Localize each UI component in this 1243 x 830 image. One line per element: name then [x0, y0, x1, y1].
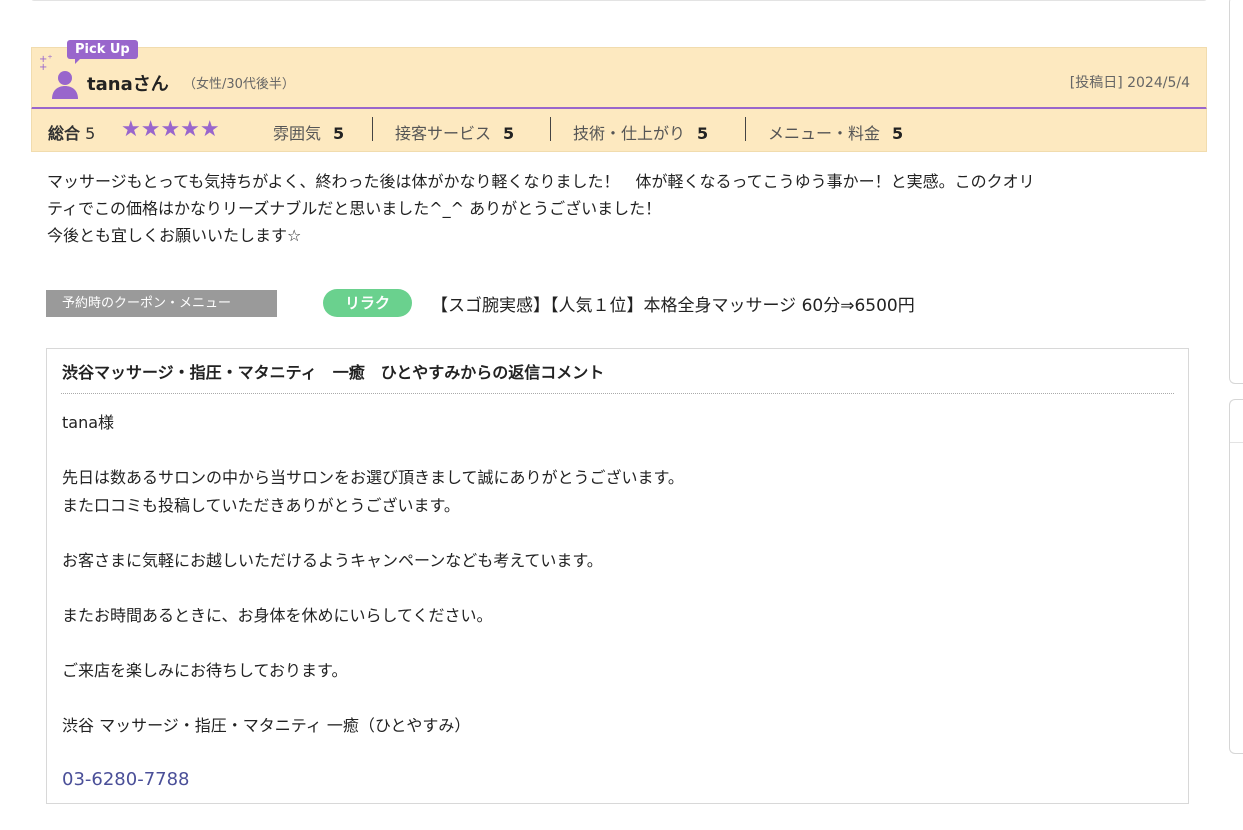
review-header: Pick Up +⁺ + tanaさん （女性/30代後半） [投稿日] 2024… — [31, 40, 1207, 110]
relax-category-badge: リラク — [323, 289, 412, 317]
rating-bar: 総合 5 ★★★★★ 雰囲気 5 接客サービス 5 技術・仕上がり 5 メニュー・料金… — [31, 109, 1207, 152]
salon-reply-box: 渋谷マッサージ・指圧・マタニティ 一癒 ひとやすみからの返信コメント tana様… — [46, 348, 1189, 804]
review-line: ティでこの価格はかなりリーズナブルだと思いました^_^ ありがとうございました！ — [47, 199, 662, 218]
sidebar-panel-edge — [1229, 0, 1243, 384]
rating-technique: 技術・仕上がり 5 — [573, 124, 709, 143]
overall-rating: 総合 5 — [48, 124, 96, 143]
reply-line: お客さまに気軽にお越しいただけるようキャンペーンなども考えています。 — [62, 550, 603, 570]
divider — [550, 117, 551, 141]
reply-line — [62, 684, 684, 712]
reply-title: 渋谷マッサージ・指圧・マタニティ 一癒 ひとやすみからの返信コメント — [62, 363, 605, 382]
rating-atmosphere: 雰囲気 5 — [273, 124, 345, 143]
reply-line — [62, 437, 684, 465]
coupon-menu-label: 予約時のクーポン・メニュー — [46, 290, 277, 317]
reply-line — [62, 574, 684, 602]
user-avatar-icon — [52, 71, 78, 99]
dotted-divider — [61, 393, 1174, 394]
reply-line: ご来店を楽しみにお待ちしております。 — [62, 660, 348, 680]
reviewer-meta: （女性/30代後半） — [183, 77, 295, 92]
review-line: マッサージもとっても気持ちがよく、終わった後は体がかなり軽くなりました！ 体が軽… — [47, 172, 1035, 191]
reply-line — [62, 519, 684, 547]
pickup-badge: Pick Up — [67, 40, 138, 64]
rating-menu-price: メニュー・料金 5 — [768, 124, 904, 143]
reply-text: tana様 先日は数あるサロンの中から当サロンをお選び頂きまして誠にありがとうご… — [62, 409, 684, 739]
divider — [745, 117, 746, 141]
star-rating-icon: ★★★★★ — [121, 117, 220, 142]
reply-line: tana様 — [62, 413, 115, 432]
post-date: [投稿日] 2024/5/4 — [1069, 75, 1190, 91]
reply-line: また口コミも投稿していただきありがとうございます。 — [62, 495, 460, 515]
reply-line: 渋谷 マッサージ・指圧・マタニティ 一癒（ひとやすみ） — [62, 715, 471, 735]
previous-card-edge — [31, 0, 1207, 1]
review-line: 今後とも宜しくお願いいたします☆ — [47, 226, 302, 245]
reply-line: 先日は数あるサロンの中から当サロンをお選び頂きまして誠にありがとうございます。 — [62, 468, 684, 487]
reply-line — [62, 629, 684, 657]
reviewer-name[interactable]: tanaさん — [87, 70, 169, 96]
phone-number-link[interactable]: 03-6280-7788 — [62, 769, 190, 790]
divider — [372, 117, 373, 141]
coupon-name[interactable]: 【スゴ腕実感】【人気１位】本格全身マッサージ 60分⇒6500円 — [431, 291, 915, 316]
sidebar-panel-edge-lower — [1229, 399, 1243, 754]
review-text: マッサージもとっても気持ちがよく、終わった後は体がかなり軽くなりました！ 体が軽… — [47, 168, 1197, 249]
rating-service: 接客サービス 5 — [395, 124, 515, 143]
reply-line: またお時間あるときに、お身体を休めにいらしてください。 — [62, 605, 493, 625]
